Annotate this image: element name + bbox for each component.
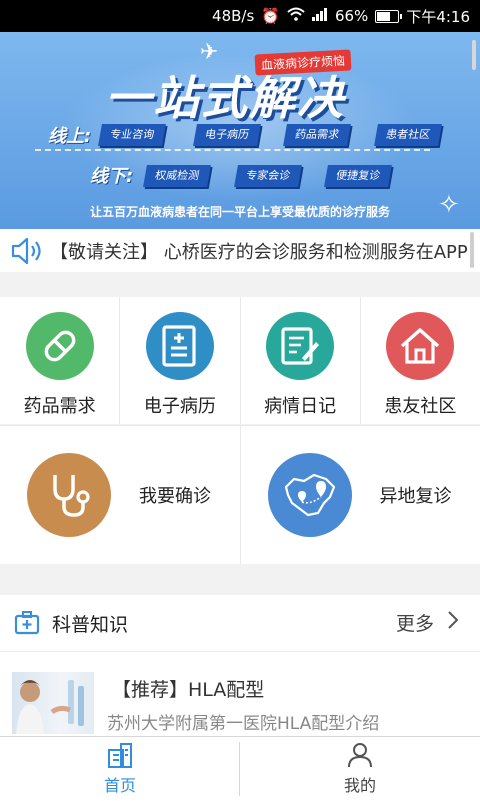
- tab-mine[interactable]: 我的: [240, 737, 480, 801]
- document-icon: [146, 312, 214, 380]
- feature-label: 异地复诊: [380, 482, 452, 508]
- signal-icon: [312, 7, 328, 25]
- chip-online-3: 药品需求: [283, 124, 351, 146]
- medical-kit-icon: [14, 611, 40, 635]
- notice-bar[interactable]: 【敬请关注】 心桥医疗的会诊服务和检测服务在APP: [0, 229, 480, 272]
- feature-patient-community[interactable]: 患友社区: [361, 297, 480, 424]
- feature-label: 电子病历: [144, 392, 216, 418]
- science-section-header: 科普知识 更多: [0, 595, 480, 652]
- chip-offline-1: 权威检测: [143, 165, 211, 187]
- banner-scroll-indicator: [472, 40, 476, 70]
- banner-caption: 让五百万血液病患者在同一平台上享受最优质的诊疗服务: [0, 203, 480, 220]
- notice-scroll-indicator: [470, 232, 474, 268]
- more-link[interactable]: 更多: [396, 609, 458, 636]
- feature-diagnosis[interactable]: 我要确诊: [0, 426, 241, 564]
- map-pin-icon: [268, 453, 352, 537]
- feature-label: 病情日记: [264, 392, 336, 418]
- battery-icon: [375, 10, 399, 23]
- article-subtitle: 苏州大学附属第一医院HLA配型介绍: [107, 709, 379, 734]
- banner-divider: [35, 149, 430, 151]
- speaker-icon: [10, 236, 44, 266]
- feature-label: 我要确诊: [139, 482, 211, 508]
- alarm-icon: ⏰: [261, 7, 280, 25]
- pill-icon: [26, 312, 94, 380]
- house-icon: [386, 312, 454, 380]
- chip-offline-2: 专家会诊: [234, 165, 302, 187]
- notepad-pen-icon: [266, 312, 334, 380]
- feature-grid: 药品需求 电子病历 病情日记 患友社区: [0, 297, 480, 424]
- article-thumbnail: [12, 672, 94, 734]
- person-icon: [346, 742, 374, 772]
- tab-label: 我的: [344, 772, 376, 796]
- network-speed: 48B/s: [212, 7, 254, 25]
- feature-grid-2: 我要确诊 异地复诊: [0, 425, 480, 564]
- chip-online-2: 电子病历: [193, 124, 261, 146]
- feature-label: 患友社区: [384, 392, 456, 418]
- offline-label: 线下:: [90, 162, 133, 188]
- feature-medical-record[interactable]: 电子病历: [120, 297, 240, 424]
- article-title: 【推荐】HLA配型: [112, 675, 264, 702]
- section-title: 科普知识: [52, 610, 128, 637]
- more-label: 更多: [396, 609, 434, 636]
- home-building-icon: [106, 742, 134, 772]
- clock: 下午4:16: [406, 6, 470, 27]
- online-label: 线上:: [48, 122, 91, 148]
- chip-online-4: 患者社区: [374, 124, 442, 146]
- chevron-right-icon: [448, 611, 458, 634]
- notice-text: 【敬请关注】 心桥医疗的会诊服务和检测服务在APP: [50, 238, 468, 264]
- battery-percent: 66%: [335, 7, 368, 25]
- tab-label: 首页: [104, 772, 136, 796]
- wifi-icon: [287, 7, 305, 25]
- chip-offline-3: 便捷复诊: [324, 165, 392, 187]
- article-item[interactable]: 【推荐】HLA配型 苏州大学附属第一医院HLA配型介绍: [0, 652, 480, 736]
- stethoscope-icon: [27, 453, 111, 537]
- feature-remote-revisit[interactable]: 异地复诊: [241, 426, 480, 564]
- tab-home[interactable]: 首页: [0, 737, 240, 801]
- bottom-tab-bar: 首页 我的: [0, 736, 480, 801]
- feature-condition-diary[interactable]: 病情日记: [241, 297, 361, 424]
- chip-online-1: 专业咨询: [98, 124, 166, 146]
- feature-drug-needs[interactable]: 药品需求: [0, 297, 120, 424]
- feature-label: 药品需求: [24, 392, 96, 418]
- status-bar: 48B/s ⏰ 66% 下午4:16: [0, 0, 480, 32]
- promo-banner[interactable]: ✈ ✧ 一站式解决 血液病诊疗烦恼 线上: 专业咨询 电子病历 药品需求 患者社…: [0, 32, 480, 229]
